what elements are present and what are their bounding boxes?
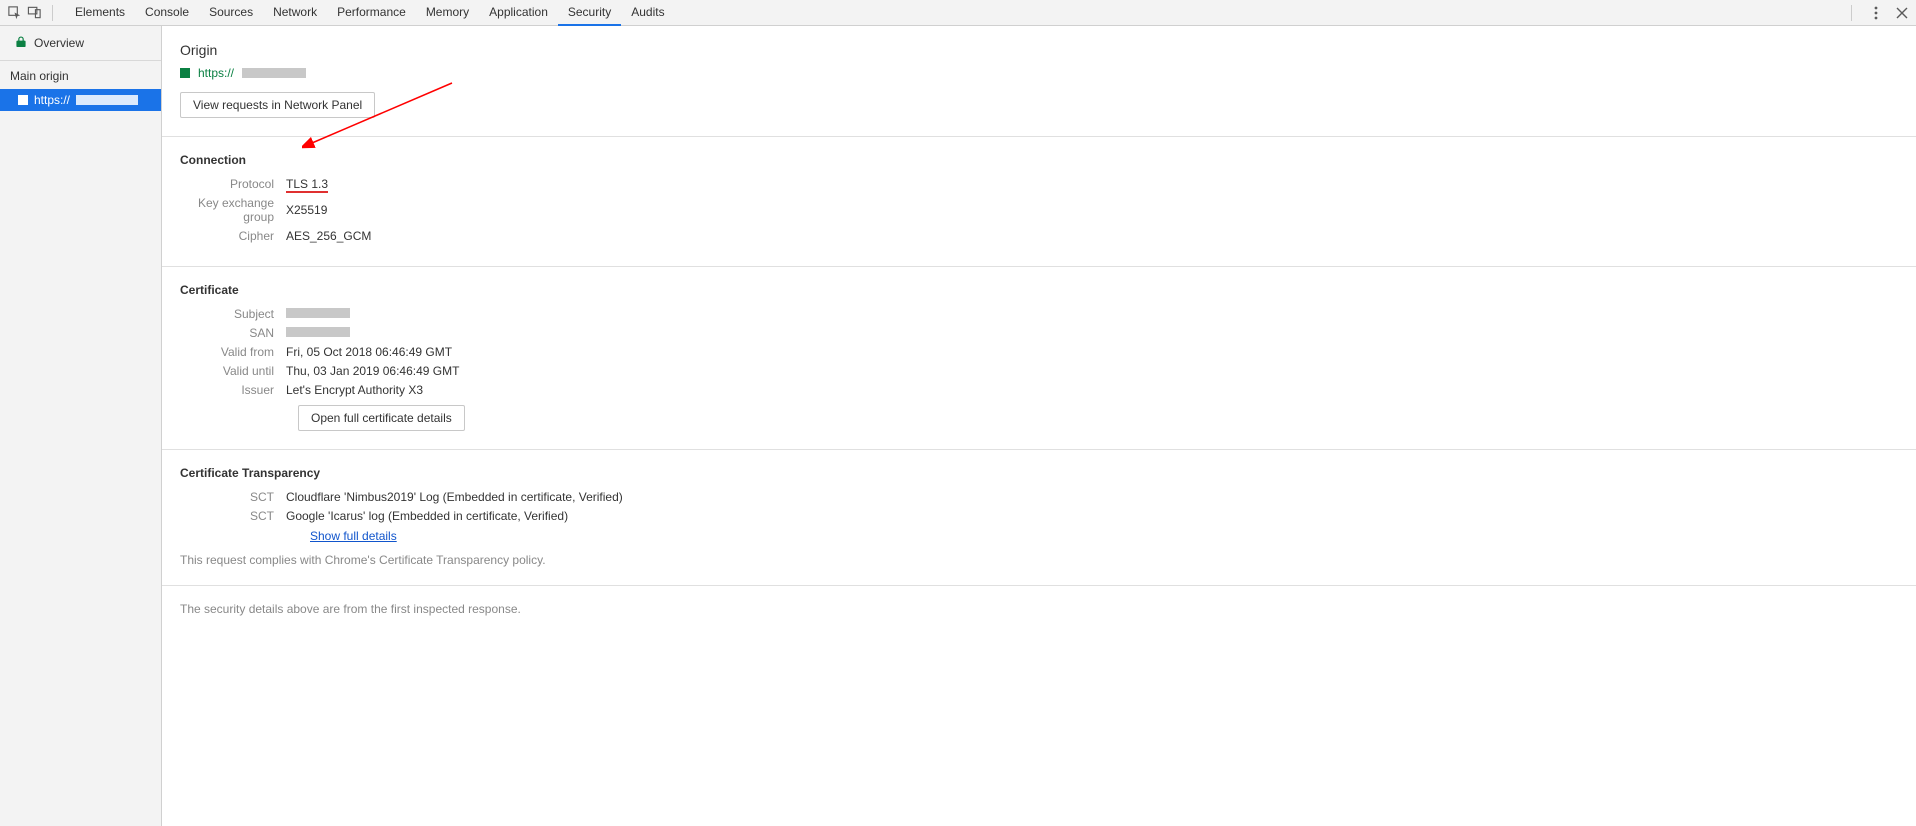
redacted-origin (76, 95, 138, 105)
device-toggle-icon[interactable] (26, 5, 42, 21)
ct-section: Certificate Transparency SCT Cloudflare … (162, 450, 1916, 586)
redacted-san (286, 327, 350, 337)
security-sidebar: Overview Main origin https:// (0, 26, 162, 826)
security-content: Origin https:// View requests in Network… (162, 26, 1916, 826)
tab-audits[interactable]: Audits (621, 0, 674, 26)
secure-indicator-icon (180, 68, 190, 78)
valid-until-value: Thu, 03 Jan 2019 06:46:49 GMT (286, 364, 459, 378)
tab-sources[interactable]: Sources (199, 0, 263, 26)
issuer-value: Let's Encrypt Authority X3 (286, 383, 423, 397)
tab-performance[interactable]: Performance (327, 0, 416, 26)
sct-label: SCT (180, 509, 286, 523)
valid-from-label: Valid from (180, 345, 286, 359)
sct-value-2: Google 'Icarus' log (Embedded in certifi… (286, 509, 568, 523)
more-icon[interactable] (1868, 5, 1884, 21)
sct-label: SCT (180, 490, 286, 504)
ct-heading: Certificate Transparency (180, 466, 1898, 480)
certificate-heading: Certificate (180, 283, 1898, 297)
devtools-toolbar: Elements Console Sources Network Perform… (0, 0, 1916, 26)
inspect-icon[interactable] (6, 5, 22, 21)
ct-compliance-note: This request complies with Chrome's Cert… (180, 553, 1898, 567)
tab-elements[interactable]: Elements (65, 0, 135, 26)
overview-label: Overview (34, 36, 84, 50)
redacted-subject (286, 308, 350, 318)
connection-heading: Connection (180, 153, 1898, 167)
valid-from-value: Fri, 05 Oct 2018 06:46:49 GMT (286, 345, 452, 359)
secure-indicator-icon (18, 95, 28, 105)
sidebar-heading-main-origin: Main origin (0, 61, 161, 89)
tab-network[interactable]: Network (263, 0, 327, 26)
tab-console[interactable]: Console (135, 0, 199, 26)
origin-url: https:// (198, 66, 234, 80)
valid-until-label: Valid until (180, 364, 286, 378)
lock-icon (16, 36, 26, 50)
toolbar-separator (52, 5, 53, 21)
show-full-details-link[interactable]: Show full details (310, 529, 397, 543)
footer-note: The security details above are from the … (162, 586, 1916, 632)
cipher-label: Cipher (180, 229, 286, 243)
origin-section: Origin https:// View requests in Network… (162, 26, 1916, 137)
sidebar-origin-item[interactable]: https:// (0, 89, 161, 111)
view-requests-button[interactable]: View requests in Network Panel (180, 92, 375, 118)
connection-section: Connection Protocol TLS 1.3 Key exchange… (162, 137, 1916, 267)
sidebar-overview[interactable]: Overview (0, 26, 161, 61)
devtools-tabs: Elements Console Sources Network Perform… (65, 0, 675, 26)
origin-url-prefix: https:// (34, 93, 70, 107)
certificate-section: Certificate Subject SAN Valid from Fri, … (162, 267, 1916, 450)
redacted-origin (242, 68, 306, 78)
cipher-value: AES_256_GCM (286, 229, 371, 243)
tab-security[interactable]: Security (558, 0, 621, 26)
kex-label: Key exchange group (180, 196, 286, 224)
tab-application[interactable]: Application (479, 0, 558, 26)
protocol-value: TLS 1.3 (286, 177, 328, 193)
open-certificate-button[interactable]: Open full certificate details (298, 405, 465, 431)
tab-memory[interactable]: Memory (416, 0, 479, 26)
subject-label: Subject (180, 307, 286, 321)
close-icon[interactable] (1894, 5, 1910, 21)
kex-value: X25519 (286, 203, 327, 217)
sct-value-1: Cloudflare 'Nimbus2019' Log (Embedded in… (286, 490, 623, 504)
origin-heading: Origin (180, 42, 1898, 58)
issuer-label: Issuer (180, 383, 286, 397)
san-label: SAN (180, 326, 286, 340)
protocol-label: Protocol (180, 177, 286, 191)
toolbar-separator-right (1851, 5, 1852, 21)
